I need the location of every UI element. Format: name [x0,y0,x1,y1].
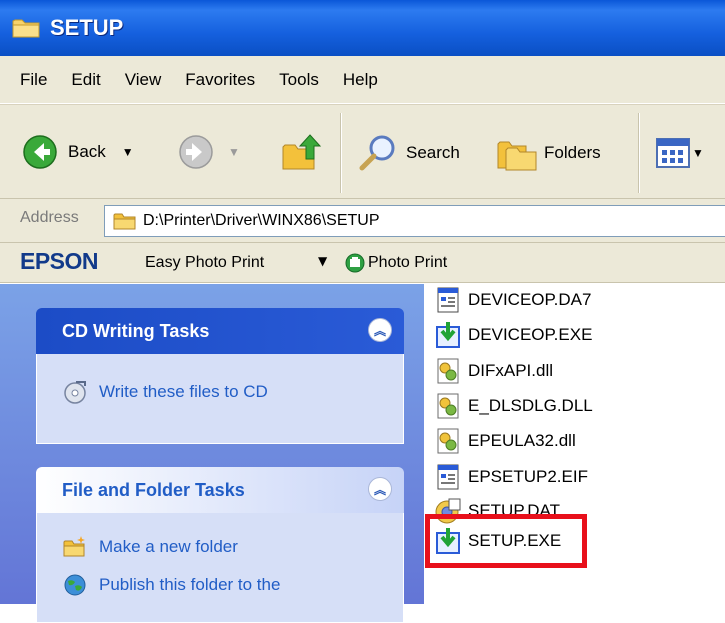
views-button[interactable]: ▼ [656,138,704,168]
menu-tools[interactable]: Tools [267,70,331,90]
file-item[interactable]: DEVICEOP.EXE [434,321,592,349]
file-item[interactable]: DEVICEOP.DA7 [434,286,591,314]
data-file-icon [437,464,459,490]
publish-folder-link[interactable]: Publish this folder to the [63,573,403,597]
menu-view[interactable]: View [113,70,174,90]
dll-file-icon [437,428,459,454]
panel-body: Make a new folder Publish this folder to… [36,513,404,623]
title-bar[interactable]: SETUP [0,0,725,56]
search-label: Search [406,143,460,162]
forward-button[interactable]: ▼ [178,134,240,170]
up-folder-button[interactable] [280,131,322,173]
menu-favorites[interactable]: Favorites [173,70,267,90]
cd-burn-icon [64,381,86,404]
printer-icon[interactable] [345,253,365,273]
address-bar: Address D:\Printer\Driver\WINX86\SETUP [0,199,725,243]
window-title: SETUP [50,15,124,40]
views-grid-icon [656,138,690,168]
address-field[interactable]: D:\Printer\Driver\WINX86\SETUP [104,205,725,237]
back-arrow-icon [23,135,57,169]
dll-file-icon [437,358,459,384]
file-item[interactable]: EPSETUP2.EIF [434,463,588,491]
folders-button[interactable]: Folders [496,134,601,172]
write-files-to-cd-link[interactable]: Write these files to CD [63,380,403,404]
make-new-folder-link[interactable]: Make a new folder [63,535,403,559]
folders-label: Folders [544,143,601,162]
views-dropdown-icon[interactable]: ▼ [692,146,704,160]
installer-exe-icon [436,322,460,348]
dll-file-icon [437,393,459,419]
file-item[interactable]: DIFxAPI.dll [434,357,553,385]
cd-writing-tasks-panel: CD Writing Tasks ︽ Write these files to … [36,308,404,444]
easy-photo-print-button[interactable]: Easy Photo Print [145,254,264,272]
forward-arrow-icon [179,135,213,169]
search-button[interactable]: Search [358,133,460,173]
folder-icon [113,213,136,230]
data-file-icon [437,287,459,313]
file-name: DIFxAPI.dll [468,361,554,380]
up-folder-icon [282,134,322,170]
file-name: DEVICEOP.DA7 [468,290,592,309]
back-dropdown-icon[interactable]: ▼ [122,145,134,159]
menu-bar: File Edit View Favorites Tools Help [0,56,725,104]
panel-header[interactable]: CD Writing Tasks ︽ [36,308,404,354]
file-item[interactable]: E_DLSDLG.DLL [434,392,593,420]
file-name: EPEULA32.dll [468,431,576,450]
address-path: D:\Printer\Driver\WINX86\SETUP [143,212,380,229]
menu-file[interactable]: File [8,70,59,90]
menu-help[interactable]: Help [331,70,390,90]
new-folder-icon [63,536,85,557]
toolbar-separator [638,113,640,193]
panel-title: File and Folder Tasks [62,479,245,500]
back-label: Back [68,142,106,161]
menu-edit[interactable]: Edit [59,70,112,90]
publish-web-icon [64,574,86,596]
forward-dropdown-icon[interactable]: ▼ [228,145,240,159]
folders-icon [497,141,537,171]
toolbar-separator [340,113,342,193]
task-label: Publish this folder to the [99,575,281,594]
panel-title: CD Writing Tasks [62,320,210,341]
file-and-folder-tasks-panel: File and Folder Tasks ︽ Make a new folde… [36,467,404,623]
task-label: Make a new folder [99,537,238,556]
epson-logo: EPSON [20,248,99,274]
collapse-icon[interactable]: ︽ [368,318,392,342]
file-item[interactable]: EPEULA32.dll [434,427,576,455]
file-name: DEVICEOP.EXE [468,325,593,344]
highlight-box [425,514,587,568]
folder-icon [12,19,40,38]
collapse-icon[interactable]: ︽ [368,477,392,501]
file-name: E_DLSDLG.DLL [468,396,593,415]
epson-toolbar: EPSON Easy Photo Print ▼ Photo Print [0,243,725,283]
back-button[interactable]: Back ▼ [22,134,134,170]
address-label: Address [20,209,79,226]
task-label: Write these files to CD [99,382,268,401]
panel-body: Write these files to CD [36,354,404,444]
file-name: EPSETUP2.EIF [468,467,588,486]
search-icon [359,135,395,171]
easy-photo-print-dropdown-icon[interactable]: ▼ [318,254,327,268]
panel-header[interactable]: File and Folder Tasks ︽ [36,467,404,513]
photo-print-button[interactable]: Photo Print [368,254,447,272]
